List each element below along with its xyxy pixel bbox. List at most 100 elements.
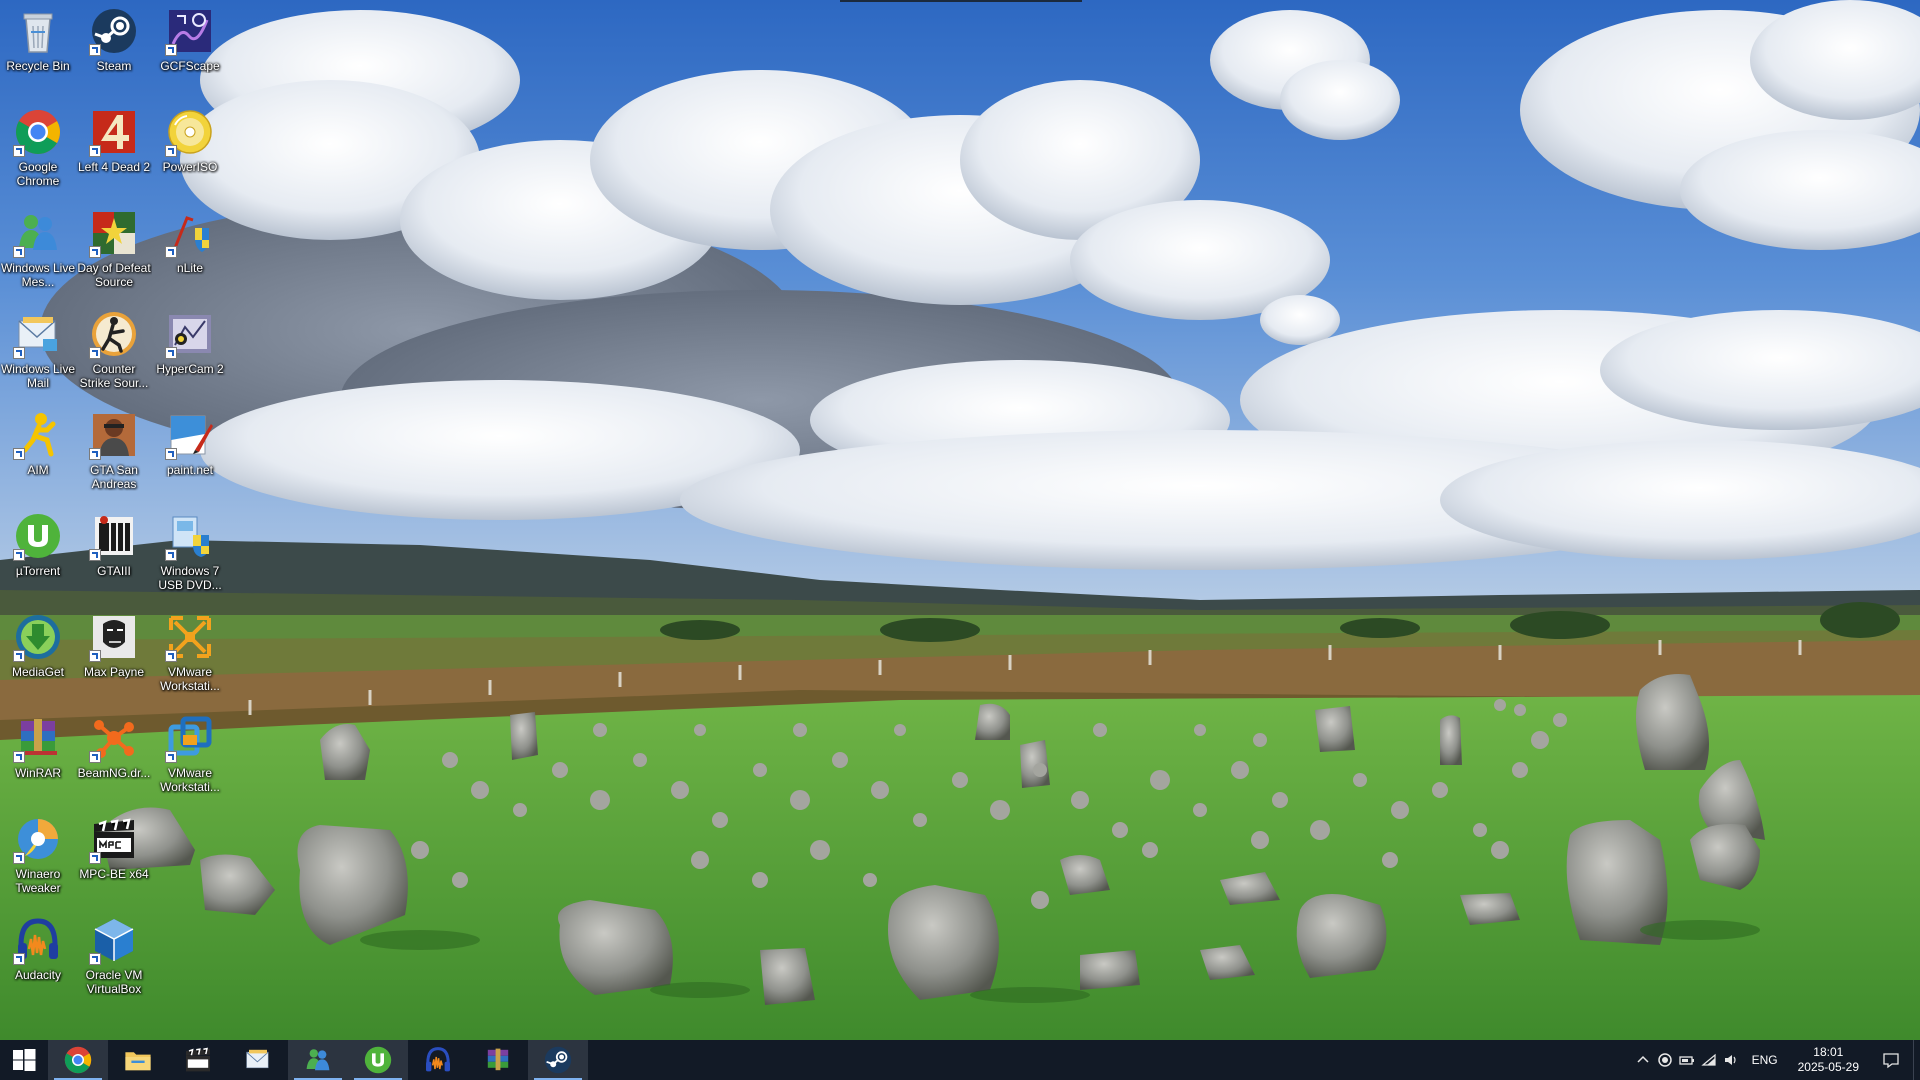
shortcut-arrow-icon: [165, 650, 177, 662]
nlite-icon: [165, 208, 215, 258]
desktop-icon-counter-strike-source[interactable]: Counter Strike Sour...: [76, 305, 152, 406]
desktop-icon-steam[interactable]: Steam: [76, 2, 152, 103]
counter-strike-source-icon: [89, 309, 139, 359]
shortcut-arrow-icon: [13, 751, 25, 763]
shortcut-arrow-icon: [13, 145, 25, 157]
shortcut-arrow-icon: [165, 448, 177, 460]
desktop-icon-aim[interactable]: AIM: [0, 406, 76, 507]
desktop-icon-utorrent[interactable]: µTorrent: [0, 507, 76, 608]
desktop-icon-gtaiii[interactable]: GTAIII: [76, 507, 152, 608]
desktop-icon-label: VMware Workstati...: [160, 665, 220, 693]
shortcut-arrow-icon: [165, 549, 177, 561]
record-indicator-icon[interactable]: [1654, 1040, 1676, 1080]
desktop-icon-label: nLite: [176, 261, 204, 275]
taskbar-audacity[interactable]: [408, 1040, 468, 1080]
desktop-icon-windows-7-usb-dvd[interactable]: Windows 7 USB DVD...: [152, 507, 228, 608]
desktop-icon-vmware-workstation-2[interactable]: VMware Workstati...: [152, 709, 228, 810]
desktop-icon-windows-live-mail[interactable]: Windows Live Mail: [0, 305, 76, 406]
vmware-workstation-alt-icon: [165, 713, 215, 763]
desktop-icon-label: WinRAR: [14, 766, 61, 780]
desktop-icon-gta-san-andreas[interactable]: GTA San Andreas: [76, 406, 152, 507]
desktop-icon-google-chrome[interactable]: Google Chrome: [0, 103, 76, 204]
shortcut-arrow-icon: [89, 650, 101, 662]
steam-icon: [544, 1046, 572, 1074]
taskbar-steam[interactable]: [528, 1040, 588, 1080]
taskbar-clock[interactable]: 18:01 2025-05-29: [1788, 1045, 1869, 1075]
desktop-icon-hypercam-2[interactable]: HyperCam 2: [152, 305, 228, 406]
taskbar-utorrent[interactable]: [348, 1040, 408, 1080]
windows-usb-dvd-tool-icon: [165, 511, 215, 561]
shortcut-arrow-icon: [165, 246, 177, 258]
shortcut-arrow-icon: [89, 246, 101, 258]
start-button[interactable]: [0, 1040, 48, 1080]
desktop-icon-day-of-defeat-source[interactable]: Day of Defeat Source: [76, 204, 152, 305]
desktop-icon-label: paint.net: [166, 463, 214, 477]
max-payne-icon: [89, 612, 139, 662]
network-wifi-icon[interactable]: [1698, 1040, 1720, 1080]
mail-icon: [13, 309, 63, 359]
taskbar-file-explorer[interactable]: [108, 1040, 168, 1080]
desktop-icon-audacity[interactable]: Audacity: [0, 911, 76, 1012]
show-hidden-icons-chevron-up-icon[interactable]: [1632, 1040, 1654, 1080]
shortcut-arrow-icon: [13, 549, 25, 561]
desktop-icon-left-4-dead-2[interactable]: Left 4 Dead 2: [76, 103, 152, 204]
taskbar-mpc-be[interactable]: [168, 1040, 228, 1080]
desktop-icon-windows-live-messenger[interactable]: Windows Live Mes...: [0, 204, 76, 305]
action-center-button[interactable]: [1869, 1040, 1913, 1080]
shortcut-arrow-icon: [13, 852, 25, 864]
taskbar-mail[interactable]: [228, 1040, 288, 1080]
beamng-drive-icon: [89, 713, 139, 763]
desktop-icon-label: Steam: [96, 59, 132, 73]
shortcut-arrow-icon: [13, 347, 25, 359]
desktop-icon-paint-net[interactable]: paint.net: [152, 406, 228, 507]
desktop-icon-nlite[interactable]: nLite: [152, 204, 228, 305]
desktop-icon-label: Day of Defeat Source: [77, 261, 151, 289]
top-edge-marker: [840, 0, 1082, 2]
taskbar-messenger[interactable]: [288, 1040, 348, 1080]
taskbar-winrar[interactable]: [468, 1040, 528, 1080]
desktop-icon-label: Google Chrome: [16, 160, 60, 188]
mpc-be-icon: [89, 814, 139, 864]
windows-logo-icon: [13, 1049, 36, 1071]
desktop-icon-gcfscape[interactable]: GCFScape: [152, 2, 228, 103]
utorrent-icon: [13, 511, 63, 561]
gta-san-andreas-icon: [89, 410, 139, 460]
input-language-indicator[interactable]: ENG: [1742, 1053, 1788, 1067]
desktop-icon-label: Windows Live Mes...: [0, 261, 76, 289]
desktop-icon-label: VMware Workstati...: [160, 766, 220, 794]
taskbar-chrome[interactable]: [48, 1040, 108, 1080]
desktop-icon-vmware-workstation-1[interactable]: VMware Workstati...: [152, 608, 228, 709]
shortcut-arrow-icon: [89, 44, 101, 56]
clock-date: 2025-05-29: [1797, 1060, 1859, 1074]
volume-speaker-icon[interactable]: [1720, 1040, 1742, 1080]
vmware-workstation-icon: [165, 612, 215, 662]
desktop-icon-winrar[interactable]: WinRAR: [0, 709, 76, 810]
hypercam-icon: [165, 309, 215, 359]
gcfscape-icon: [165, 6, 215, 56]
shortcut-arrow-icon: [89, 145, 101, 157]
desktop-icon-label: Oracle VM VirtualBox: [85, 968, 143, 996]
steam-icon: [89, 6, 139, 56]
desktop-icon-label: Recycle Bin: [6, 59, 70, 73]
desktop-icon-mediaget[interactable]: MediaGet: [0, 608, 76, 709]
shortcut-arrow-icon: [13, 448, 25, 460]
paint-net-icon: [165, 410, 215, 460]
shortcut-arrow-icon: [165, 44, 177, 56]
shortcut-arrow-icon: [165, 145, 177, 157]
desktop-icon-label: BeamNG.dr...: [77, 766, 151, 780]
winaero-tweaker-icon: [13, 814, 63, 864]
desktop-icon-grid: Recycle Bin Google Chrome Windows Live M…: [0, 0, 240, 1042]
desktop-icon-label: Windows Live Mail: [0, 362, 76, 390]
desktop-icon-oracle-vm-virtualbox[interactable]: Oracle VM VirtualBox: [76, 911, 152, 1012]
battery-icon[interactable]: [1676, 1040, 1698, 1080]
desktop-icon-winaero-tweaker[interactable]: Winaero Tweaker: [0, 810, 76, 911]
gtaiii-icon: [89, 511, 139, 561]
aim-running-man-icon: [13, 410, 63, 460]
desktop-icon-poweriso[interactable]: PowerISO: [152, 103, 228, 204]
desktop-icon-mpc-be-x64[interactable]: MPC-BE x64: [76, 810, 152, 911]
desktop-icon-beamng-drive[interactable]: BeamNG.dr...: [76, 709, 152, 810]
desktop-icon-recycle-bin[interactable]: Recycle Bin: [0, 2, 76, 103]
desktop-icon-max-payne[interactable]: Max Payne: [76, 608, 152, 709]
show-desktop-button[interactable]: [1913, 1040, 1920, 1080]
clock-time: 18:01: [1813, 1045, 1844, 1059]
